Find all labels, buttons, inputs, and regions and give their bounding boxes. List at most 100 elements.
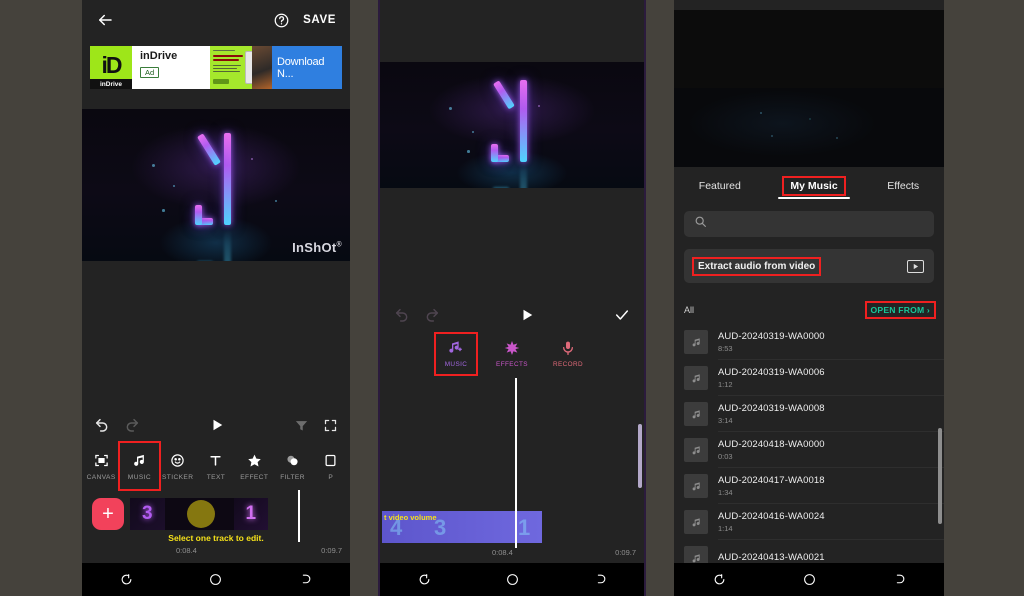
tool-label: STICKER — [162, 474, 194, 481]
tool-label: P — [328, 474, 334, 481]
music-tool-record[interactable]: RECORD — [548, 334, 588, 378]
tool-p[interactable]: P — [312, 443, 350, 481]
extract-audio-label[interactable]: Extract audio from video — [691, 256, 822, 276]
video-preview[interactable] — [380, 62, 644, 188]
scrollbar-vertical[interactable] — [638, 424, 642, 488]
save-button[interactable]: SAVE — [303, 14, 336, 26]
timeline-frame: 1 — [233, 498, 268, 530]
tab-my-music[interactable]: My Music — [782, 176, 846, 196]
android-navbar — [82, 563, 350, 596]
tool-text[interactable]: TEXT — [197, 443, 235, 481]
recents-icon[interactable] — [713, 573, 726, 586]
timeline-frame-digit: 1 — [245, 503, 257, 524]
redo-icon[interactable] — [124, 417, 140, 433]
track-row[interactable]: AUD-20240416-WA0024 1:14 — [674, 504, 944, 540]
music-tool-label: RECORD — [552, 361, 584, 368]
extract-audio-row[interactable]: Extract audio from video — [684, 249, 934, 283]
neon-reflection — [491, 162, 533, 188]
tool-sticker[interactable]: STICKER — [159, 443, 197, 481]
open-from-button[interactable]: OPEN FROM › — [864, 301, 936, 319]
play-icon[interactable] — [210, 418, 224, 432]
track-row[interactable]: AUD-20240319-WA0008 3:14 — [674, 396, 944, 432]
timeline-times: 0:08.4 0:09.7 — [82, 546, 350, 555]
total-time: 0:09.7 — [321, 546, 342, 555]
track-name: AUD-20240319-WA0000 — [718, 331, 825, 342]
track-row[interactable]: AUD-20240319-WA0000 8:53 — [674, 324, 944, 360]
filter-add-icon[interactable] — [294, 418, 309, 433]
search-field[interactable] — [715, 218, 907, 230]
music-tool-music[interactable]: MUSIC — [434, 332, 478, 376]
fullscreen-icon[interactable] — [323, 418, 338, 433]
track-row[interactable]: AUD-20240413-WA0021 — [674, 540, 944, 563]
video-preview[interactable] — [674, 10, 944, 167]
timeline-frame: 3 — [130, 498, 165, 530]
track-row[interactable]: AUD-20240417-WA0018 1:34 — [674, 468, 944, 504]
android-navbar — [380, 563, 644, 596]
home-circle-icon[interactable] — [506, 573, 519, 586]
video-clip-track[interactable]: t video volume 4 3 1 — [382, 511, 542, 543]
tool-canvas[interactable]: CANVAS — [82, 443, 120, 481]
search-icon — [694, 215, 707, 233]
track-row[interactable]: AUD-20240319-WA0006 1:12 — [674, 360, 944, 396]
tool-music[interactable]: MUSIC — [118, 441, 161, 491]
music-tool-effects[interactable]: EFFECTS — [492, 334, 532, 378]
music-controls-row — [380, 300, 644, 330]
track-name: AUD-20240416-WA0024 — [718, 511, 825, 522]
timeline-hint: Select one track to edit. — [168, 533, 264, 543]
timeline-frame — [187, 498, 234, 530]
screenshot-stage: SAVE iD inDrive inDrive Ad Download N...… — [0, 0, 1024, 596]
back-arc-icon[interactable] — [893, 573, 906, 586]
recents-icon[interactable] — [418, 573, 431, 586]
add-clip-button[interactable]: + — [92, 498, 124, 530]
ad-cta-button[interactable]: Download N... — [272, 46, 342, 89]
tab-featured[interactable]: Featured — [693, 178, 747, 194]
watermark-sup: ® — [336, 241, 342, 249]
home-circle-icon[interactable] — [803, 573, 816, 586]
tool-label: CANVAS — [86, 474, 116, 481]
music-note-icon — [684, 474, 708, 498]
help-circle-icon[interactable] — [274, 13, 289, 28]
check-icon[interactable] — [614, 307, 630, 323]
track-row[interactable]: AUD-20240418-WA0000 0:03 — [674, 432, 944, 468]
scrollbar-vertical[interactable] — [938, 428, 942, 524]
home-circle-icon[interactable] — [209, 573, 222, 586]
neon-scene — [82, 109, 350, 261]
music-note-icon — [684, 366, 708, 390]
timeline-strip[interactable]: 3 1 — [130, 498, 268, 530]
undo-icon[interactable] — [94, 417, 110, 433]
music-tabs: Featured My Music Effects — [674, 170, 944, 202]
video-preview[interactable]: InShOt® — [82, 109, 350, 261]
play-box-icon[interactable] — [907, 259, 924, 273]
tool-label: MUSIC — [127, 474, 152, 481]
back-arc-icon[interactable] — [299, 573, 312, 586]
search-input[interactable] — [684, 211, 934, 237]
playhead[interactable] — [515, 378, 517, 548]
partial-icon — [323, 449, 338, 471]
music-track-list[interactable]: AUD-20240319-WA0000 8:53 AUD-20240319-WA00… — [674, 324, 944, 563]
android-navbar — [674, 563, 944, 596]
back-arc-icon[interactable] — [594, 573, 607, 586]
play-icon[interactable] — [520, 308, 534, 322]
tab-active-underline — [778, 197, 850, 199]
sticker-smiley-icon — [170, 449, 185, 471]
track-name: AUD-20240413-WA0021 — [718, 551, 825, 563]
current-time: 0:08.4 — [176, 546, 197, 555]
music-add-icon — [448, 338, 464, 358]
track-duration: 1:12 — [718, 380, 733, 389]
recents-icon[interactable] — [120, 573, 133, 586]
neon-scene — [380, 62, 644, 188]
tab-effects[interactable]: Effects — [881, 178, 925, 194]
undo-icon[interactable] — [394, 307, 410, 323]
music-tool-label: EFFECTS — [496, 361, 528, 368]
redo-icon[interactable] — [424, 307, 440, 323]
neon-reflection — [195, 229, 237, 261]
arrow-left-icon[interactable] — [96, 11, 114, 29]
tool-filter[interactable]: FILTER — [273, 443, 311, 481]
ad-banner[interactable]: iD inDrive inDrive Ad Download N... — [90, 46, 342, 89]
track-info: AUD-20240319-WA0008 3:14 — [718, 403, 825, 425]
watermark-text: InShOt — [292, 240, 337, 255]
tool-label: TEXT — [206, 474, 226, 481]
current-time: 0:08.4 — [492, 548, 513, 557]
all-label[interactable]: All — [684, 305, 694, 315]
tool-effect[interactable]: EFFECT — [235, 443, 273, 481]
